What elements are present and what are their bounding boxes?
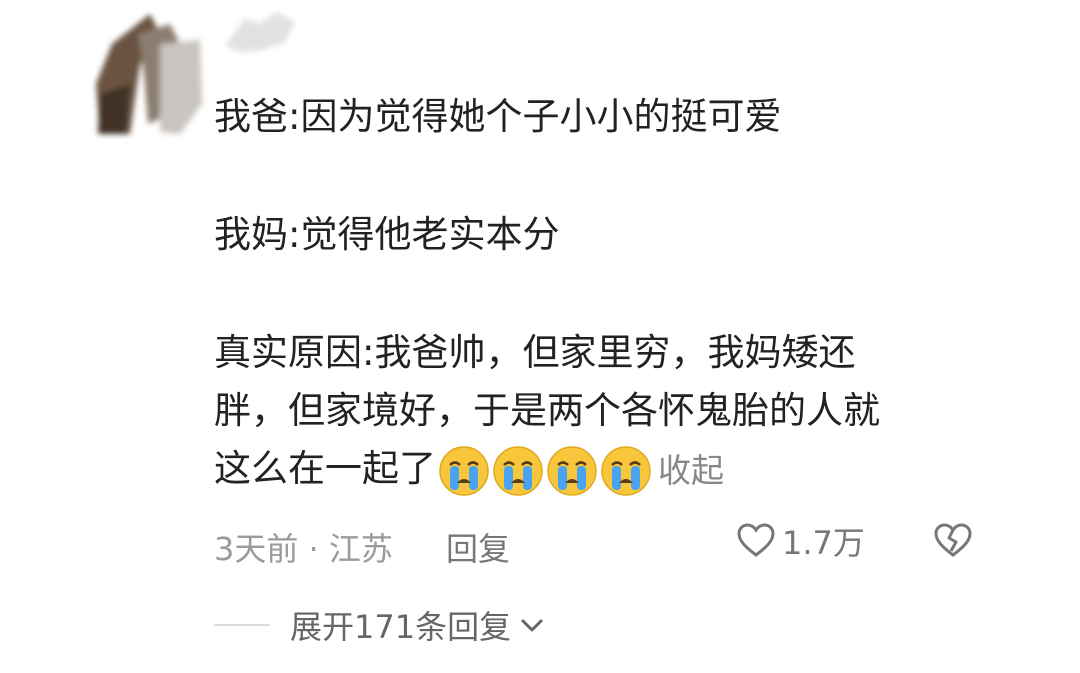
- comment-meta: 3天前 · 江苏 回复 1.7万: [214, 518, 994, 572]
- comment-paragraph: 我爸:因为觉得她个子小小的挺可爱: [214, 95, 782, 138]
- comment-line: 胖，但家境好，于是两个各怀鬼胎的人就: [214, 389, 880, 432]
- crying-face-emoji: [493, 445, 543, 496]
- divider-line: [214, 624, 270, 626]
- expand-replies-label: 展开171条回复: [290, 608, 512, 646]
- username-redacted: [215, 6, 305, 58]
- comment-paragraph: 我妈:觉得他老实本分: [214, 213, 560, 256]
- crying-face-emoji: [547, 445, 597, 496]
- broken-heart-icon: [934, 523, 972, 557]
- like-count: 1.7万: [782, 524, 865, 562]
- avatar-image: [90, 4, 208, 140]
- emoji-group: [438, 445, 652, 497]
- like-button[interactable]: 1.7万: [736, 518, 865, 564]
- avatar[interactable]: [90, 4, 208, 140]
- timestamp-location: 3天前 · 江苏: [214, 530, 393, 568]
- expand-replies-button[interactable]: 展开171条回复: [214, 600, 545, 650]
- collapse-link[interactable]: 收起: [658, 451, 724, 490]
- comment-item: 我爸:因为觉得她个子小小的挺可爱 我妈:觉得他老实本分 真实原因:我爸帅，但家里…: [0, 0, 1080, 673]
- comment-line: 真实原因:我爸帅，但家里穷，我妈矮还: [214, 331, 856, 374]
- heart-icon: [737, 523, 775, 557]
- reply-button[interactable]: 回复: [446, 524, 510, 570]
- crying-face-emoji: [601, 445, 651, 496]
- chevron-down-icon: [519, 614, 545, 636]
- comment-line-text: 这么在一起了: [214, 447, 436, 490]
- comment-line-last: 这么在一起了 收起: [214, 440, 954, 498]
- comment-paragraph: 真实原因:我爸帅，但家里穷，我妈矮还 胖，但家境好，于是两个各怀鬼胎的人就 这么…: [214, 324, 954, 498]
- dislike-button[interactable]: [932, 520, 974, 568]
- crying-face-emoji: [439, 445, 489, 496]
